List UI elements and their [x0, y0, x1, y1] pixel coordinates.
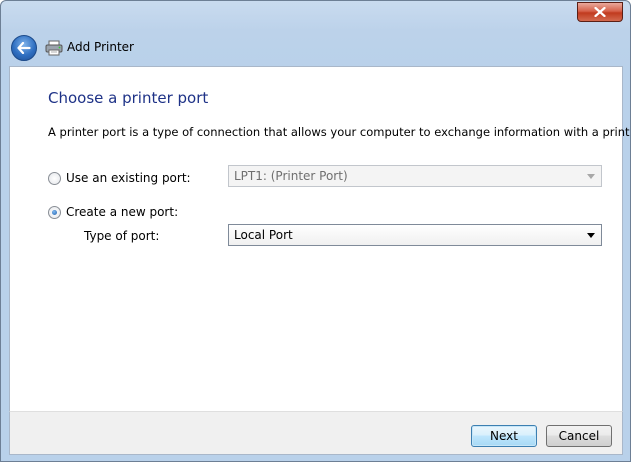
wizard-footer: Next Cancel — [9, 411, 623, 455]
close-icon — [594, 7, 606, 17]
existing-port-dropdown: LPT1: (Printer Port) — [228, 165, 602, 187]
back-arrow-icon — [17, 42, 31, 54]
wizard-header: Add Printer — [9, 31, 622, 66]
close-button[interactable] — [577, 2, 623, 22]
wizard-content: Choose a printer port A printer port is … — [9, 66, 630, 411]
title-bar — [1, 1, 630, 31]
port-type-value: Local Port — [234, 228, 293, 242]
printer-icon — [45, 40, 63, 56]
existing-port-value: LPT1: (Printer Port) — [234, 169, 348, 183]
new-port-label: Create a new port: — [66, 205, 179, 219]
back-button[interactable] — [11, 35, 37, 61]
new-port-option[interactable]: Create a new port: — [48, 205, 178, 219]
chevron-down-icon — [585, 166, 597, 186]
cancel-button[interactable]: Cancel — [546, 425, 612, 447]
new-port-radio[interactable] — [48, 205, 61, 219]
chevron-down-icon[interactable] — [585, 225, 597, 245]
port-type-label: Type of port: — [84, 229, 160, 243]
page-title: Choose a printer port — [48, 89, 209, 107]
existing-port-option[interactable]: Use an existing port: — [48, 171, 191, 185]
existing-port-label: Use an existing port: — [66, 171, 191, 185]
port-type-dropdown[interactable]: Local Port — [228, 224, 602, 246]
existing-port-radio[interactable] — [48, 171, 61, 185]
next-button[interactable]: Next — [471, 425, 537, 447]
page-description: A printer port is a type of connection t… — [48, 125, 631, 139]
wizard-title: Add Printer — [67, 40, 134, 54]
add-printer-window: Add Printer Choose a printer port A prin… — [0, 0, 631, 462]
